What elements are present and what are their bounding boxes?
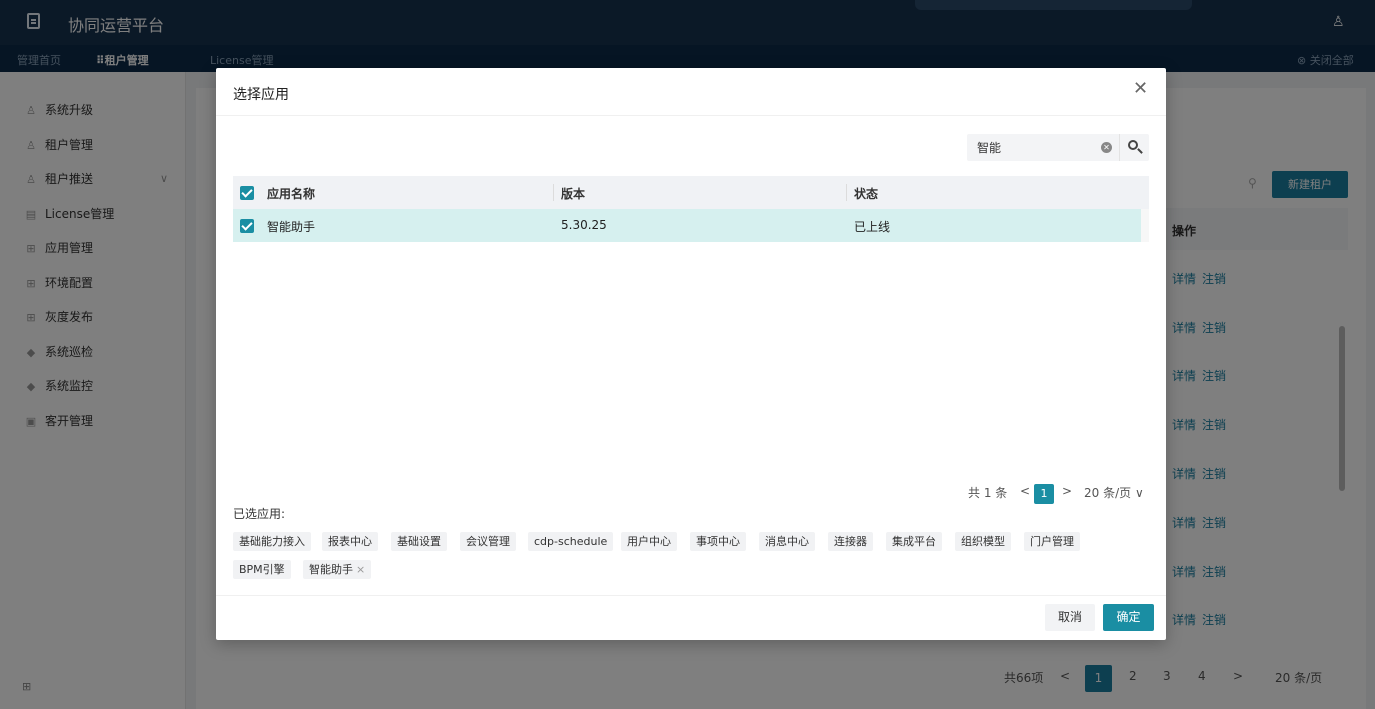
select-app-modal: 选择应用 ✕ ✕ 应用名称 版本 状态 智能助手 5.30.25 已上线 共 1… bbox=[216, 68, 1166, 640]
selected-app-tag: 基础能力接入 bbox=[233, 532, 311, 551]
cell-status: 已上线 bbox=[854, 220, 891, 234]
close-icon[interactable]: ✕ bbox=[1133, 78, 1148, 99]
pager-total: 共 1 条 bbox=[968, 486, 1008, 500]
table-header: 应用名称 版本 状态 bbox=[233, 176, 1149, 209]
next-page-icon[interactable]: > bbox=[1062, 484, 1072, 498]
selected-app-tag: BPM引擎 bbox=[233, 560, 291, 579]
search-button[interactable] bbox=[1119, 134, 1149, 161]
selected-apps-label: 已选应用: bbox=[233, 507, 286, 521]
prev-page-icon[interactable]: < bbox=[1020, 484, 1030, 498]
table-row[interactable]: 智能助手 5.30.25 已上线 bbox=[233, 209, 1141, 242]
selected-app-tag: 事项中心 bbox=[690, 532, 746, 551]
modal-title: 选择应用 bbox=[233, 87, 289, 103]
header-app-name: 应用名称 bbox=[267, 187, 316, 201]
page-button-current[interactable]: 1 bbox=[1034, 484, 1054, 504]
selected-app-tag: 集成平台 bbox=[886, 532, 942, 551]
selected-app-tag: cdp-schedule bbox=[528, 532, 614, 551]
cell-app-name: 智能助手 bbox=[267, 220, 316, 234]
search-input[interactable] bbox=[967, 134, 1117, 161]
cell-version: 5.30.25 bbox=[561, 218, 607, 232]
selected-app-tag: 会议管理 bbox=[460, 532, 516, 551]
remove-tag-icon[interactable]: × bbox=[356, 563, 365, 576]
header-version: 版本 bbox=[561, 187, 586, 201]
table-scrollbar[interactable] bbox=[1141, 209, 1149, 242]
selected-app-tag: 门户管理 bbox=[1024, 532, 1080, 551]
header-status: 状态 bbox=[854, 187, 879, 201]
modal-header: 选择应用 ✕ bbox=[216, 68, 1166, 116]
row-checkbox[interactable] bbox=[240, 219, 254, 233]
app-search-box: ✕ bbox=[967, 134, 1149, 161]
selected-app-tag: 组织模型 bbox=[955, 532, 1011, 551]
modal-footer bbox=[216, 595, 1166, 640]
select-all-checkbox[interactable] bbox=[240, 186, 254, 200]
page-size-select[interactable]: 20 条/页 ∨ bbox=[1084, 484, 1144, 501]
confirm-button[interactable]: 确定 bbox=[1103, 604, 1154, 631]
chevron-down-icon: ∨ bbox=[1134, 486, 1144, 500]
selected-app-tag: 连接器 bbox=[828, 532, 873, 551]
selected-app-tag: 消息中心 bbox=[759, 532, 815, 551]
selected-app-tag-removable: 智能助手 × bbox=[303, 560, 372, 579]
selected-app-tag: 基础设置 bbox=[391, 532, 447, 551]
clear-icon[interactable]: ✕ bbox=[1101, 142, 1112, 153]
selected-app-tag: 报表中心 bbox=[322, 532, 378, 551]
cancel-button[interactable]: 取消 bbox=[1045, 604, 1095, 631]
selected-app-tag: 用户中心 bbox=[621, 532, 677, 551]
